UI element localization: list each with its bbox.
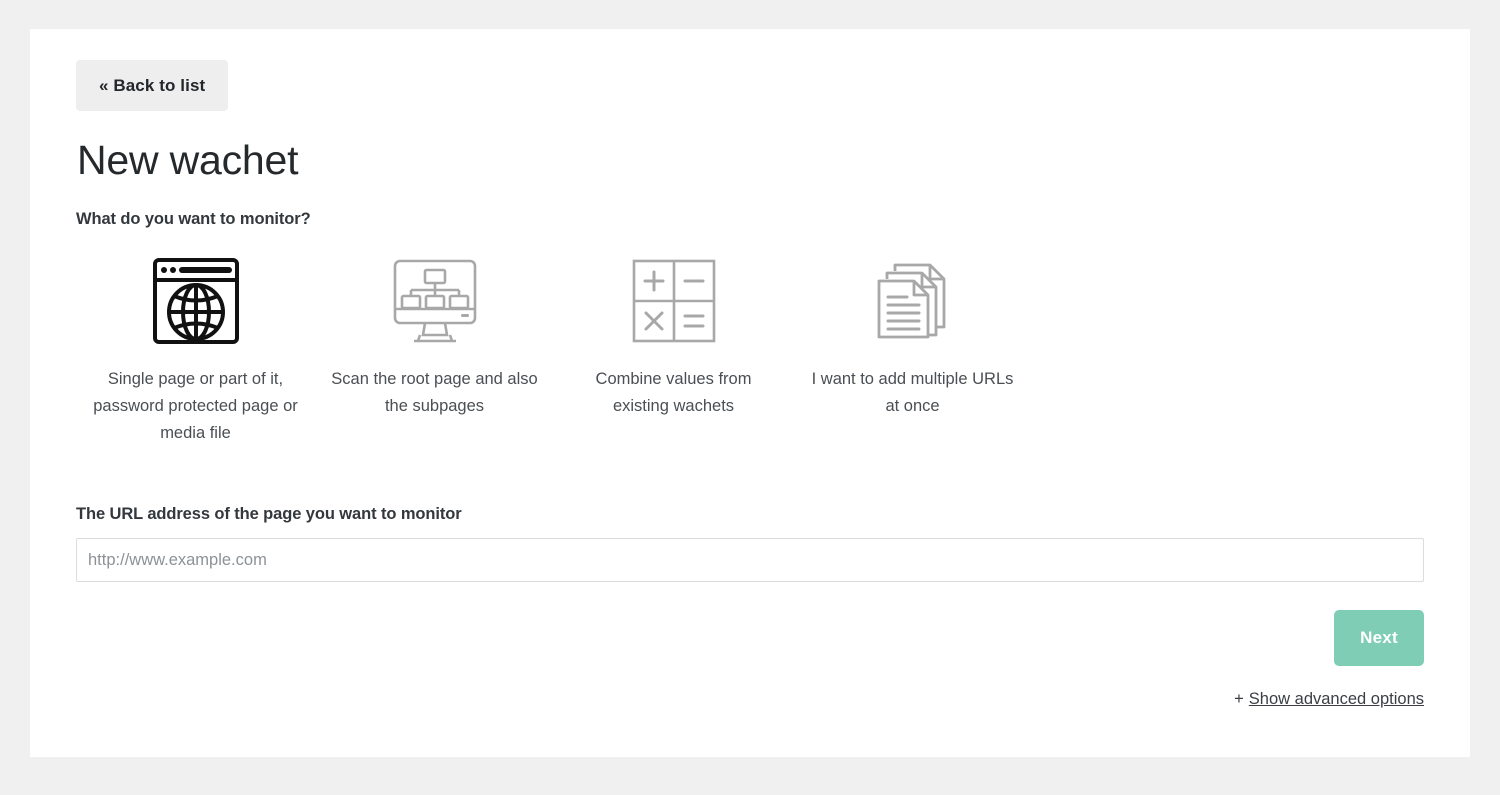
option-combine-values-label: Combine values from existing wachets [595,370,752,416]
option-multiple-urls-label: I want to add multiple URLs at once [811,370,1014,416]
page-title: New wachet [77,137,299,183]
calculator-grid-icon [554,253,793,349]
option-scan-root-page-label: Scan the root page and also the subpages [331,370,538,416]
option-single-page[interactable]: Single page or part of it, password prot… [76,251,315,447]
app-root: « Back to list New wachet What do you wa… [0,0,1500,795]
form-actions: Next [76,610,1424,667]
back-to-list-button[interactable]: « Back to list [76,60,229,111]
option-scan-root-page[interactable]: Scan the root page and also the subpages [315,251,554,420]
browser-globe-icon [76,253,315,349]
option-multiple-urls[interactable]: I want to add multiple URLs at once [793,251,1032,420]
url-field-label: The URL address of the page you want to … [76,505,462,524]
monitor-options-group: Single page or part of it, password prot… [76,251,1424,447]
advanced-options-row: + Show advanced options [76,690,1424,709]
option-combine-values[interactable]: Combine values from existing wachets [554,251,793,420]
stacked-documents-icon [793,253,1032,349]
monitor-sitemap-icon [315,253,554,349]
option-single-page-label: Single page or part of it, password prot… [93,370,298,443]
show-advanced-options-link[interactable]: Show advanced options [1249,690,1424,709]
monitor-question-label: What do you want to monitor? [76,210,311,229]
next-button[interactable]: Next [1334,610,1424,667]
url-input[interactable] [76,538,1424,583]
new-wachet-card: « Back to list New wachet What do you wa… [30,29,1470,757]
plus-icon: + [1234,690,1244,709]
